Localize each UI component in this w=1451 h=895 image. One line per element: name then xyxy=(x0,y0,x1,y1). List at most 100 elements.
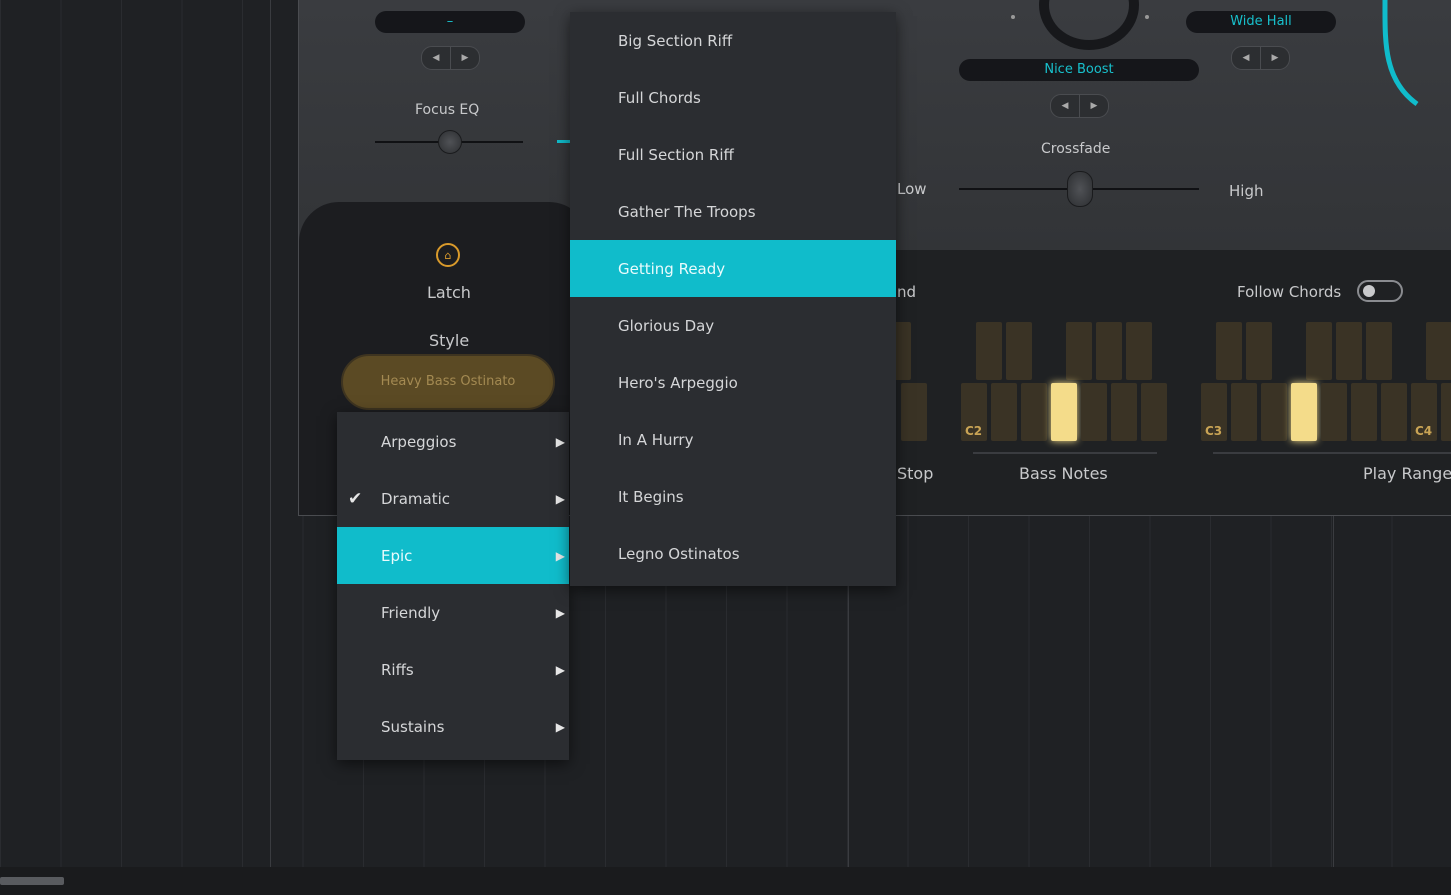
crossfade-slider[interactable] xyxy=(959,171,1199,207)
check-icon: ✔ xyxy=(348,488,363,509)
stop-label: Stop xyxy=(897,464,934,483)
menu-item-label: Dramatic xyxy=(381,489,451,508)
horizontal-scrollbar-track[interactable] xyxy=(0,867,1451,895)
key-label-c2: C2 xyxy=(965,424,983,438)
piano-key-active[interactable] xyxy=(1051,383,1077,441)
menu-item-label: Hero's Arpeggio xyxy=(618,373,738,392)
arrow-right-icon[interactable]: ▶ xyxy=(1080,94,1109,118)
menu-item-label: Glorious Day xyxy=(618,316,715,335)
menu-item-epic[interactable]: Epic ▶ xyxy=(337,527,569,584)
focus-eq-label: Focus EQ xyxy=(415,102,480,118)
menu-item-label: Big Section Riff xyxy=(618,31,733,50)
piano-key-active[interactable] xyxy=(1291,383,1317,441)
menu-item-sustains[interactable]: Sustains ▶ xyxy=(337,698,569,755)
piano-key[interactable] xyxy=(1111,383,1137,441)
chevron-right-icon: ▶ xyxy=(555,719,565,734)
timeline-divider xyxy=(1333,515,1334,867)
key-label-c4: C4 xyxy=(1415,424,1433,438)
menu-item-label: It Begins xyxy=(618,487,684,506)
piano-key[interactable] xyxy=(1096,322,1122,380)
style-category-menu: Arpeggios ▶ ✔ Dramatic ▶ Epic ▶ Friendly… xyxy=(337,412,569,760)
piano-key[interactable] xyxy=(901,383,927,441)
menu-item-label: Sustains xyxy=(381,717,445,736)
piano-key[interactable] xyxy=(1306,322,1332,380)
menu-item-label: Arpeggios xyxy=(381,432,457,451)
knob-dot xyxy=(1145,15,1149,19)
piano-key[interactable] xyxy=(1141,383,1167,441)
piano-key[interactable] xyxy=(1381,383,1407,441)
submenu-item-big-section-riff[interactable]: Big Section Riff xyxy=(570,12,896,69)
submenu-item-full-section-riff[interactable]: Full Section Riff xyxy=(570,126,896,183)
level-meter-arc xyxy=(1382,0,1419,107)
style-selector-button[interactable]: Heavy Bass Ostinato xyxy=(341,354,555,410)
piano-key[interactable] xyxy=(1336,322,1362,380)
piano-key[interactable] xyxy=(1441,383,1451,441)
chevron-right-icon: ▶ xyxy=(555,605,565,620)
submenu-item-in-a-hurry[interactable]: In A Hurry xyxy=(570,411,896,468)
piano-key[interactable] xyxy=(1321,383,1347,441)
piano-key[interactable] xyxy=(1351,383,1377,441)
crossfade-low-label: Low xyxy=(897,180,927,198)
menu-item-friendly[interactable]: Friendly ▶ xyxy=(337,584,569,641)
submenu-item-full-chords[interactable]: Full Chords xyxy=(570,69,896,126)
crossfade-label: Crossfade xyxy=(1041,141,1111,157)
menu-item-label: Full Chords xyxy=(618,88,701,107)
submenu-item-glorious-day[interactable]: Glorious Day xyxy=(570,297,896,354)
piano-key[interactable] xyxy=(1231,383,1257,441)
preset-arrows: ◀ ▶ xyxy=(1050,94,1109,118)
piano-key[interactable] xyxy=(1216,322,1242,380)
arrow-right-icon[interactable]: ▶ xyxy=(451,46,480,70)
piano-key[interactable] xyxy=(1081,383,1107,441)
menu-item-label: Epic xyxy=(381,546,413,565)
menu-item-riffs[interactable]: Riffs ▶ xyxy=(337,641,569,698)
piano-key[interactable] xyxy=(1366,322,1392,380)
menu-item-label: Legno Ostinatos xyxy=(618,544,740,563)
piano-key[interactable] xyxy=(991,383,1017,441)
knob-dot xyxy=(1011,15,1015,19)
chevron-right-icon: ▶ xyxy=(555,548,565,563)
epic-submenu: Big Section Riff Full Chords Full Sectio… xyxy=(570,12,896,586)
piano-key[interactable] xyxy=(1426,322,1451,380)
piano-key[interactable] xyxy=(1066,322,1092,380)
reverb-arrows: ◀ ▶ xyxy=(1231,46,1290,70)
submenu-item-legno-ostinatos[interactable]: Legno Ostinatos xyxy=(570,525,896,582)
arrow-right-icon[interactable]: ▶ xyxy=(1261,46,1290,70)
latch-label: Latch xyxy=(427,283,471,302)
reverb-display[interactable]: Wide Hall xyxy=(1186,11,1336,33)
top-left-arrows: ◀ ▶ xyxy=(421,46,480,70)
piano-key[interactable] xyxy=(1021,383,1047,441)
menu-item-label: Friendly xyxy=(381,603,441,622)
piano-key[interactable] xyxy=(976,322,1002,380)
bass-notes-label: Bass Notes xyxy=(1019,464,1108,483)
submenu-item-getting-ready[interactable]: Getting Ready xyxy=(570,240,896,297)
top-left-display[interactable]: – xyxy=(375,11,525,33)
submenu-item-it-begins[interactable]: It Begins xyxy=(570,468,896,525)
timeline-divider xyxy=(270,0,271,867)
focus-eq-slider-knob[interactable] xyxy=(438,130,462,154)
arrow-left-icon[interactable]: ◀ xyxy=(421,46,451,70)
follow-chords-label: Follow Chords xyxy=(1237,283,1342,301)
menu-item-arpeggios[interactable]: Arpeggios ▶ xyxy=(337,413,569,470)
follow-chords-toggle[interactable] xyxy=(1357,280,1403,302)
submenu-item-heros-arpeggio[interactable]: Hero's Arpeggio xyxy=(570,354,896,411)
chevron-right-icon: ▶ xyxy=(555,434,565,449)
piano-key[interactable] xyxy=(1261,383,1287,441)
piano-key[interactable] xyxy=(1006,322,1032,380)
crossfade-slider-knob[interactable] xyxy=(1067,171,1093,207)
submenu-item-gather-the-troops[interactable]: Gather The Troops xyxy=(570,183,896,240)
focus-eq-slider[interactable] xyxy=(375,130,523,154)
toggle-knob xyxy=(1363,285,1375,297)
preset-display[interactable]: Nice Boost xyxy=(959,59,1199,81)
horizontal-scrollbar-thumb[interactable] xyxy=(0,877,64,885)
lock-icon[interactable]: ⌂ xyxy=(436,243,460,267)
arrow-left-icon[interactable]: ◀ xyxy=(1050,94,1080,118)
menu-item-label: Gather The Troops xyxy=(618,202,756,221)
chevron-right-icon: ▶ xyxy=(555,662,565,677)
arrow-left-icon[interactable]: ◀ xyxy=(1231,46,1261,70)
menu-item-dramatic[interactable]: ✔ Dramatic ▶ xyxy=(337,470,569,527)
menu-item-label: Full Section Riff xyxy=(618,145,734,164)
play-range-label: Play Range xyxy=(1363,464,1451,483)
piano-key[interactable] xyxy=(1126,322,1152,380)
play-range-line xyxy=(1213,452,1451,454)
piano-key[interactable] xyxy=(1246,322,1272,380)
